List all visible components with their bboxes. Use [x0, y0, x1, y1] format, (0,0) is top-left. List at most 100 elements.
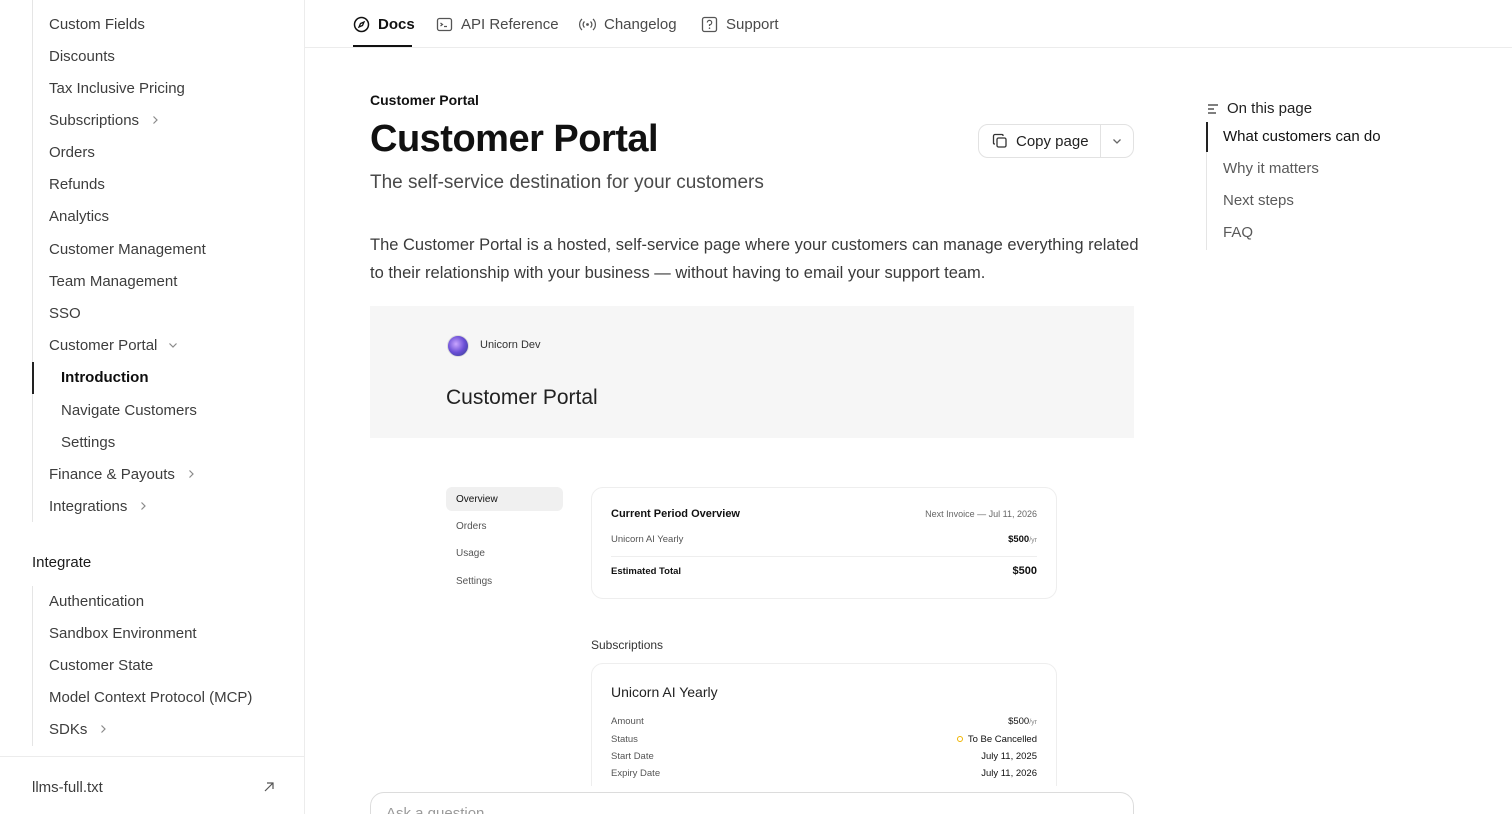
chevron-down-icon — [1113, 139, 1121, 144]
sidebar-item-refunds[interactable]: Refunds — [49, 172, 105, 196]
sidebar-item-analytics[interactable]: Analytics — [49, 204, 109, 228]
nav-active-indicator — [32, 362, 34, 394]
copy-page-button-group: Copy page — [978, 124, 1134, 158]
start-date-value: July 11, 2025 — [981, 751, 1037, 762]
status-dot-icon — [956, 736, 963, 742]
sidebar-item-label: Sandbox Environment — [49, 624, 197, 642]
sidebar-item-tax-inclusive-pricing[interactable]: Tax Inclusive Pricing — [49, 76, 185, 100]
sidebar-item-label: Model Context Protocol (MCP) — [49, 688, 253, 706]
copy-page-button[interactable]: Copy page — [979, 125, 1101, 157]
expiry-date-label: Expiry Date — [611, 768, 661, 779]
preview-brand-name: Unicorn Dev — [480, 339, 541, 351]
copy-options-dropdown[interactable] — [1101, 125, 1133, 157]
sidebar-item-orders[interactable]: Orders — [49, 140, 95, 164]
subscription-card: Unicorn AI Yearly Amount $500/yr Status … — [591, 663, 1057, 786]
sidebar-item-customer-portal[interactable]: Customer Portal — [49, 333, 179, 357]
amount-label: Amount — [611, 716, 644, 727]
divider — [611, 556, 1037, 557]
sidebar-item-label: Analytics — [49, 207, 110, 225]
amount-value: $500/yr — [1008, 716, 1037, 727]
status-badge: To Be Cancelled — [956, 734, 1037, 745]
subscription-name: Unicorn AI Yearly — [611, 684, 718, 700]
help-icon — [701, 16, 718, 32]
sidebar-item-discounts[interactable]: Discounts — [49, 44, 115, 68]
sidebar-item-label: Settings — [61, 433, 116, 451]
sidebar-item-label: Introduction — [61, 368, 149, 386]
sidebar-item-settings[interactable]: Settings — [61, 430, 115, 454]
sidebar-item-introduction[interactable]: Introduction — [61, 365, 148, 389]
sidebar-item-label: Orders — [49, 143, 95, 161]
page-title: Customer Portal — [370, 118, 659, 160]
sidebar-item-label: Finance & Payouts — [49, 465, 175, 483]
nav-guide-line — [32, 586, 33, 746]
preview-header: Unicorn Dev Customer Portal — [370, 306, 1134, 438]
external-link-icon — [264, 782, 274, 792]
sidebar-item-sso[interactable]: SSO — [49, 301, 81, 325]
toc-item-next-steps[interactable]: Next steps — [1223, 192, 1294, 209]
chevron-right-icon — [101, 725, 107, 733]
chevron-right-icon — [141, 502, 147, 510]
sidebar-item-custom-fields[interactable]: Custom Fields — [49, 12, 145, 36]
preview-nav-orders: Orders — [456, 520, 487, 532]
sidebar-item-label: Navigate Customers — [61, 401, 197, 419]
sidebar-item-sdks[interactable]: SDKs — [49, 717, 109, 741]
start-date-label: Start Date — [611, 751, 654, 762]
sidebar-item-subscriptions[interactable]: Subscriptions — [49, 108, 161, 132]
expiry-date-value: July 11, 2026 — [981, 768, 1037, 779]
copy-page-label: Copy page — [1016, 132, 1089, 150]
tab-changelog[interactable]: Changelog — [579, 12, 677, 36]
tab-support[interactable]: Support — [701, 12, 779, 36]
ask-question-input[interactable]: Ask a question... — [370, 792, 1134, 814]
nav-guide-line — [32, 330, 33, 458]
nav-guide-line — [32, 0, 33, 330]
sidebar-item-integrations[interactable]: Integrations — [49, 494, 149, 518]
estimated-total-label: Estimated Total — [611, 565, 682, 577]
sidebar-item-authentication[interactable]: Authentication — [49, 589, 144, 613]
tab-api-reference[interactable]: API Reference — [436, 12, 559, 36]
footer-link-label: llms-full.txt — [32, 778, 103, 796]
overview-card: Current Period Overview Next Invoice — J… — [591, 487, 1057, 599]
preview-nav-overview: Overview — [446, 487, 563, 511]
tab-docs[interactable]: Docs — [353, 12, 415, 36]
sidebar-section-integrate: Integrate — [32, 554, 92, 571]
sidebar-item-label: Customer Portal — [49, 336, 158, 354]
sidebar-item-label: Discounts — [49, 47, 115, 65]
sidebar-item-label: Team Management — [49, 272, 178, 290]
nav-guide-line — [32, 458, 33, 522]
page-subtitle: The self-service destination for your cu… — [370, 172, 764, 193]
broadcast-icon — [579, 18, 596, 30]
sidebar-item-label: Authentication — [49, 592, 145, 610]
terminal-icon — [436, 17, 453, 31]
sidebar-item-customer-state[interactable]: Customer State — [49, 653, 153, 677]
toc-item-what-customers-can-do[interactable]: What customers can do — [1223, 128, 1381, 145]
sidebar-item-label: SDKs — [49, 720, 88, 738]
status-label: Status — [611, 734, 638, 745]
llms-full-link[interactable]: llms-full.txt — [32, 776, 103, 798]
sidebar-item-sandbox-environment[interactable]: Sandbox Environment — [49, 621, 197, 645]
chevron-down-icon — [169, 343, 178, 348]
sidebar-item-label: Refunds — [49, 175, 105, 193]
estimated-total-value: $500 — [1012, 565, 1037, 577]
sidebar-item-customer-management[interactable]: Customer Management — [49, 237, 206, 261]
toc-heading-label: On this page — [1227, 100, 1313, 117]
next-invoice: Next Invoice — Jul 11, 2026 — [925, 509, 1037, 519]
customer-portal-preview: Unicorn Dev Customer Portal Overview Ord… — [370, 306, 1134, 786]
sidebar-item-finance-payouts[interactable]: Finance & Payouts — [49, 462, 197, 486]
sidebar-item-team-management[interactable]: Team Management — [49, 269, 177, 293]
sidebar-item-label: Custom Fields — [49, 15, 145, 33]
toc-item-faq[interactable]: FAQ — [1223, 224, 1253, 241]
tab-label: Support — [726, 15, 779, 33]
ask-placeholder: Ask a question... — [386, 805, 497, 814]
compass-icon — [353, 16, 370, 32]
tab-label: Docs — [378, 15, 415, 33]
toc-active-indicator — [1206, 122, 1208, 152]
overview-heading: Current Period Overview — [611, 508, 740, 520]
copy-icon — [992, 133, 1007, 148]
sidebar-item-mcp[interactable]: Model Context Protocol (MCP) — [49, 685, 252, 709]
tab-label: API Reference — [461, 15, 559, 33]
subscriptions-heading: Subscriptions — [591, 638, 664, 652]
sidebar-item-label: Customer State — [49, 656, 154, 674]
sidebar-item-navigate-customers[interactable]: Navigate Customers — [61, 398, 197, 422]
chevron-right-icon — [153, 116, 158, 124]
toc-item-why-it-matters[interactable]: Why it matters — [1223, 160, 1319, 177]
